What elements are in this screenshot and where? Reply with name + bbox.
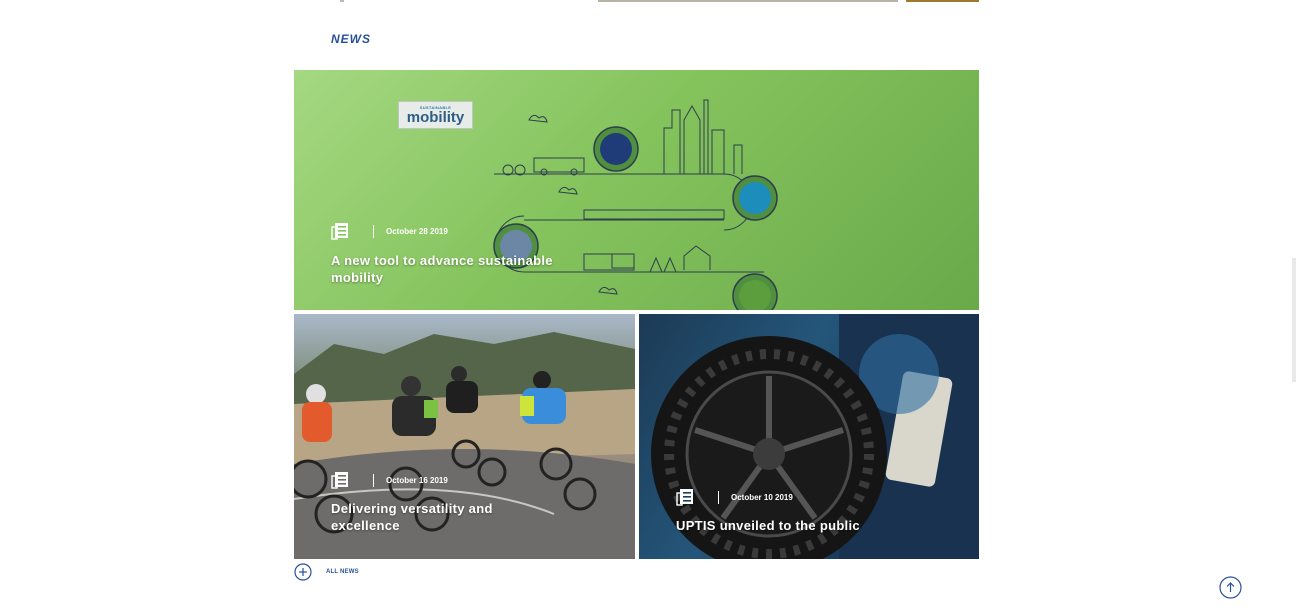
news-meta: October 10 2019 <box>676 488 793 506</box>
all-news-link[interactable]: ALL NEWS <box>294 563 359 581</box>
page: NEWS SUSTAINABLE mobility October 28 201… <box>0 0 1296 615</box>
news-meta: October 28 2019 <box>331 222 448 240</box>
news-card-uptis[interactable]: October 10 2019 UPTIS unveiled to the pu… <box>639 314 979 559</box>
document-icon <box>331 472 348 489</box>
sustainable-mobility-logo: SUSTAINABLE mobility <box>398 101 473 129</box>
section-title: NEWS <box>331 32 371 46</box>
news-title[interactable]: Delivering versatility and excellence <box>331 500 493 534</box>
news-date: October 28 2019 <box>386 226 448 236</box>
document-icon <box>676 489 693 506</box>
news-card-featured[interactable]: SUSTAINABLE mobility October 28 2019 A n… <box>294 70 979 310</box>
news-meta: October 16 2019 <box>331 471 448 489</box>
news-card-cycling[interactable]: October 16 2019 Delivering versatility a… <box>294 314 635 559</box>
meta-separator <box>373 473 374 487</box>
plus-circle-icon[interactable] <box>294 563 312 581</box>
news-title[interactable]: A new tool to advance sustainable mobili… <box>331 252 553 286</box>
document-icon <box>331 223 348 240</box>
news-title[interactable]: UPTIS unveiled to the public <box>676 517 860 534</box>
all-news-label[interactable]: ALL NEWS <box>326 569 359 575</box>
previous-image-edge <box>598 0 898 2</box>
previous-section-remnant <box>340 0 344 2</box>
news-date: October 16 2019 <box>386 475 448 485</box>
scrollbar[interactable] <box>1292 258 1296 382</box>
meta-separator <box>718 490 719 504</box>
meta-separator <box>373 224 374 238</box>
news-date: October 10 2019 <box>731 492 793 502</box>
arrow-up-circle-icon[interactable] <box>1219 576 1242 599</box>
previous-image-edge <box>906 0 979 2</box>
